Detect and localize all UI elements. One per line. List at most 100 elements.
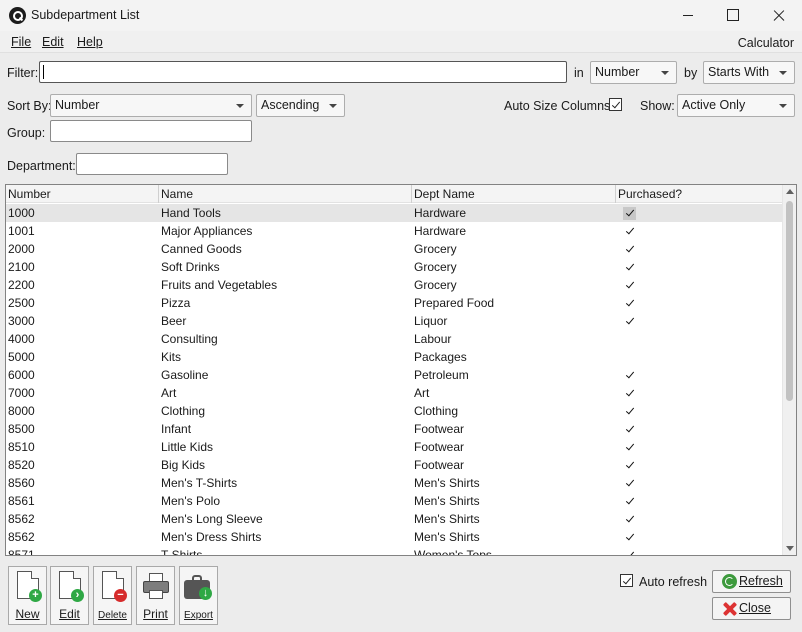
show-filter-select[interactable]: Active Only	[677, 94, 795, 117]
close-button-label: Close	[739, 601, 771, 615]
cell-name: Kits	[161, 350, 182, 364]
table-body: 1000 Hand Tools Hardware 1001 Major Applianc…	[6, 204, 782, 556]
table-row[interactable]: 2000 Canned Goods Grocery	[6, 240, 782, 258]
chevron-down-icon	[661, 71, 669, 75]
cell-name: Beer	[161, 314, 187, 328]
column-header-number[interactable]: Number	[6, 185, 159, 203]
table-row[interactable]: 3000 Beer Liquor	[6, 312, 782, 330]
cell-dept-name: Art	[414, 386, 430, 400]
new-button[interactable]: + New	[8, 566, 47, 625]
menu-bar: File Edit Help Calculator	[0, 31, 802, 53]
cell-name: Soft Drinks	[161, 260, 220, 274]
cell-number: 2000	[8, 242, 35, 256]
close-button[interactable]: Close	[712, 597, 791, 620]
auto-refresh-checkbox[interactable]	[620, 574, 633, 587]
sort-by-label: Sort By:	[7, 99, 52, 113]
show-filter-value: Active Only	[682, 98, 746, 112]
cell-dept-name: Grocery	[414, 278, 457, 292]
cell-name: Men's Dress Shirts	[161, 530, 262, 544]
title-bar: Subdepartment List	[0, 0, 802, 31]
table-row[interactable]: 8500 Infant Footwear	[6, 420, 782, 438]
cell-name: Fruits and Vegetables	[161, 278, 278, 292]
menu-calculator[interactable]: Calculator	[738, 36, 794, 50]
table-row[interactable]: 2100 Soft Drinks Grocery	[6, 258, 782, 276]
department-label: Department:	[7, 159, 76, 173]
app-logo-icon	[9, 7, 26, 24]
table-row[interactable]: 4000 Consulting Labour	[6, 330, 782, 348]
column-header-purchased[interactable]: Purchased?	[616, 185, 782, 203]
scroll-up-icon[interactable]	[786, 189, 794, 194]
cell-dept-name: Grocery	[414, 260, 457, 274]
maximize-button[interactable]	[710, 0, 756, 31]
cell-number: 8000	[8, 404, 35, 418]
cell-number: 1001	[8, 224, 35, 238]
menu-edit[interactable]: Edit	[42, 35, 64, 49]
cell-name: Infant	[161, 422, 192, 436]
table-row[interactable]: 6000 Gasoline Petroleum	[6, 366, 782, 384]
subdepartment-table[interactable]: Number Name Dept Name Purchased? 1000 Han…	[5, 184, 797, 556]
purchased-check-icon	[623, 297, 636, 310]
table-row[interactable]: 8561 Men's Polo Men's Shirts	[6, 492, 782, 510]
refresh-icon	[722, 574, 737, 589]
table-row[interactable]: 8562 Men's Long Sleeve Men's Shirts	[6, 510, 782, 528]
purchased-check-icon	[623, 549, 636, 555]
group-input[interactable]	[50, 120, 252, 142]
table-row[interactable]: 1000 Hand Tools Hardware	[6, 204, 782, 222]
cell-name: Clothing	[161, 404, 206, 418]
auto-size-columns-label: Auto Size Columns	[504, 99, 611, 113]
cell-dept-name: Men's Shirts	[414, 530, 480, 544]
minimize-button[interactable]	[665, 0, 711, 31]
filter-mode-value: Starts With	[708, 65, 770, 79]
cell-dept-name: Prepared Food	[414, 296, 495, 310]
table-row[interactable]: 2200 Fruits and Vegetables Grocery	[6, 276, 782, 294]
menu-help[interactable]: Help	[77, 35, 103, 49]
cell-number: 8562	[8, 530, 35, 544]
auto-size-columns-checkbox[interactable]	[609, 98, 622, 111]
table-row[interactable]: 5000 Kits Packages	[6, 348, 782, 366]
purchased-check-icon	[623, 369, 636, 382]
chevron-down-icon	[779, 104, 787, 108]
window-close-button[interactable]	[756, 0, 802, 31]
purchased-check-icon	[623, 207, 636, 220]
column-header-dept-name[interactable]: Dept Name	[412, 185, 616, 203]
table-row[interactable]: 8560 Men's T-Shirts Men's Shirts	[6, 474, 782, 492]
cell-dept-name: Men's Shirts	[414, 494, 480, 508]
sort-field-select[interactable]: Number	[50, 94, 252, 117]
menu-file[interactable]: File	[11, 35, 31, 49]
filter-mode-select[interactable]: Starts With	[703, 61, 795, 84]
cell-name: Men's Polo	[161, 494, 220, 508]
cell-number: 8571	[8, 548, 35, 556]
chevron-down-icon	[329, 104, 337, 108]
column-header-name[interactable]: Name	[159, 185, 412, 203]
scroll-down-icon[interactable]	[786, 546, 794, 551]
vertical-scrollbar[interactable]	[782, 185, 796, 555]
table-row[interactable]: 8000 Clothing Clothing	[6, 402, 782, 420]
cell-number: 5000	[8, 350, 35, 364]
sort-order-select[interactable]: Ascending	[256, 94, 345, 117]
filter-label: Filter:	[7, 66, 39, 80]
cell-name: Hand Tools	[161, 206, 221, 220]
table-row[interactable]: 8571 T-Shirts Women's Tops	[6, 546, 782, 556]
table-row[interactable]: 7000 Art Art	[6, 384, 782, 402]
table-row[interactable]: 2500 Pizza Prepared Food	[6, 294, 782, 312]
text-cursor	[43, 65, 44, 79]
purchased-check-icon	[623, 225, 636, 238]
table-row[interactable]: 8562 Men's Dress Shirts Men's Shirts	[6, 528, 782, 546]
export-button[interactable]: ↓ Export	[179, 566, 218, 625]
table-row[interactable]: 1001 Major Appliances Hardware	[6, 222, 782, 240]
filter-field-select[interactable]: Number	[590, 61, 677, 84]
purchased-check-icon	[623, 459, 636, 472]
show-label: Show:	[640, 99, 675, 113]
table-row[interactable]: 8510 Little Kids Footwear	[6, 438, 782, 456]
edit-button[interactable]: › Edit	[50, 566, 89, 625]
filter-input[interactable]	[39, 61, 567, 83]
delete-button[interactable]: − Delete	[93, 566, 132, 625]
department-input[interactable]	[76, 153, 228, 175]
cell-number: 8561	[8, 494, 35, 508]
table-row[interactable]: 8520 Big Kids Footwear	[6, 456, 782, 474]
refresh-button[interactable]: Refresh	[712, 570, 791, 593]
cell-number: 7000	[8, 386, 35, 400]
print-button[interactable]: Print	[136, 566, 175, 625]
scrollbar-thumb[interactable]	[786, 201, 793, 401]
purchased-check-icon	[623, 477, 636, 490]
